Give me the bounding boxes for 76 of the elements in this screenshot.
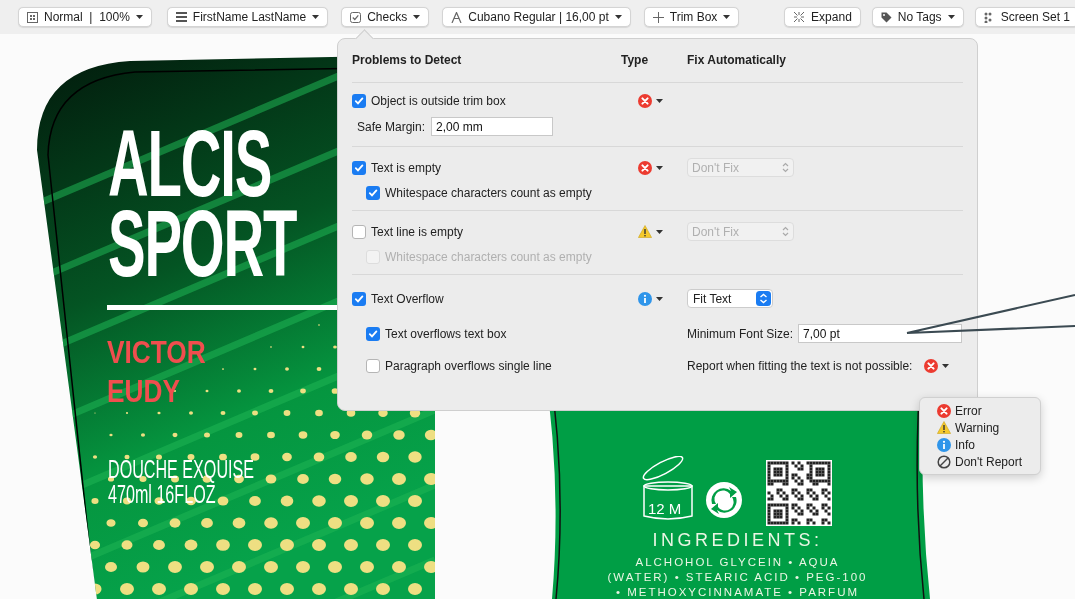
- ingredients-heading: INGREDIENTS:: [652, 531, 823, 549]
- checkbox[interactable]: [366, 359, 380, 373]
- type-dropdown[interactable]: [638, 94, 664, 108]
- toolbar-button[interactable]: Normal | 100%: [18, 7, 152, 27]
- column-header: Problems to Detect: [352, 53, 463, 69]
- caret-icon: [942, 364, 950, 368]
- toolbar-button[interactable]: Cubano Regular | 16,00 pt: [442, 7, 631, 27]
- grid-icon: [27, 11, 38, 23]
- checkbox[interactable]: [366, 326, 380, 341]
- caret-icon: [656, 99, 663, 103]
- chevron-icon: [756, 291, 771, 306]
- caret-icon: [656, 296, 663, 301]
- input-field[interactable]: 7,00 pt: [798, 324, 963, 343]
- toolbar-button[interactable]: Trim Box: [643, 7, 740, 27]
- menu-item[interactable]: Warning: [920, 419, 1040, 436]
- author-name: EUDY: [107, 375, 180, 407]
- checkbox[interactable]: [366, 186, 380, 200]
- product-text: DOUCHE EXQUISE: [108, 456, 254, 482]
- font-icon: [451, 11, 463, 23]
- menu-item[interactable]: Error: [920, 402, 1040, 419]
- fix-select[interactable]: Fit Text: [687, 289, 773, 308]
- author-name: VICTOR: [107, 336, 206, 368]
- option-label: Text is empty: [371, 160, 442, 175]
- option-label: Text Overflow: [371, 291, 444, 306]
- prohibited-icon: [937, 454, 951, 469]
- chevron-icon: [782, 162, 789, 173]
- error-icon: [638, 160, 652, 175]
- recycle-icon: [704, 480, 744, 520]
- list-icon: [175, 12, 187, 22]
- warning-icon: [638, 225, 652, 238]
- type-dropdown[interactable]: [924, 359, 951, 373]
- field-label: Report when fitting the text is not possible:: [687, 359, 913, 373]
- chevron-icon: [782, 226, 789, 237]
- ingredients-text: (WATER) • STEARIC ACID • PEG-100: [607, 570, 868, 585]
- option-label: Object is outside trim box: [371, 94, 506, 108]
- column-header: Fix Automatically: [687, 53, 787, 69]
- checkbox[interactable]: [352, 291, 366, 306]
- option-label: Whitespace characters count as empty: [385, 250, 592, 264]
- option-label: Paragraph overflows single line: [385, 359, 552, 373]
- period-after-opening: 12 M: [648, 501, 682, 516]
- field-label: Safe Margin:: [357, 119, 426, 134]
- caret-icon: [656, 229, 663, 234]
- checkbox[interactable]: [352, 94, 366, 108]
- error-icon: [937, 403, 951, 418]
- checkbox-icon: [350, 11, 362, 23]
- toolbar-button[interactable]: Screen Set 1: [974, 7, 1075, 27]
- toolbar-button[interactable]: FirstName LastName: [166, 7, 329, 27]
- checkbox[interactable]: [352, 160, 366, 175]
- error-icon: [638, 94, 652, 108]
- column-header: Type: [621, 53, 650, 69]
- info-icon: [638, 291, 652, 306]
- menu-item[interactable]: Info: [920, 436, 1040, 453]
- ingredients-text: • METHOXYCINNAMATE • PARFUM: [615, 585, 860, 599]
- toolbar-button[interactable]: Checks: [341, 7, 430, 27]
- option-label: Whitespace characters count as empty: [385, 186, 592, 200]
- option-label: Text line is empty: [371, 224, 464, 239]
- type-dropdown[interactable]: [638, 160, 664, 175]
- caret-icon: [656, 165, 663, 170]
- crosshair-icon: [652, 11, 664, 23]
- qr-code-icon: [766, 460, 832, 526]
- info-icon: [937, 437, 951, 452]
- input-field[interactable]: 2,00 mm: [431, 117, 554, 136]
- warning-icon: [937, 421, 951, 434]
- tag-icon: [880, 11, 892, 23]
- menu-item[interactable]: Don't Report: [920, 453, 1040, 470]
- option-label: Text overflows text box: [385, 326, 507, 341]
- toolbar-button[interactable]: Expand: [784, 7, 861, 27]
- ingredients-text: ALCHOHOL GLYCEIN • AQUA: [635, 555, 840, 570]
- type-dropdown[interactable]: [638, 291, 664, 306]
- open-jar-icon: [640, 456, 694, 522]
- type-dropdown[interactable]: [638, 225, 664, 238]
- field-label: Minimum Font Size:: [687, 326, 794, 341]
- toolbar-button[interactable]: No Tags: [871, 7, 964, 27]
- checkbox[interactable]: [352, 224, 366, 239]
- expand-icon: [793, 11, 806, 23]
- error-icon: [924, 359, 939, 373]
